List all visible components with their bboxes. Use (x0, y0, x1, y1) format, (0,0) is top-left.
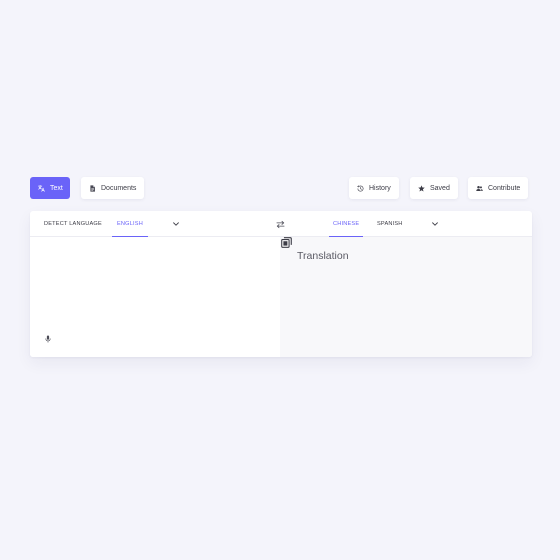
translation-placeholder: Translation (297, 250, 349, 262)
tab-target-chinese[interactable]: CHINESE (329, 211, 364, 237)
document-icon (90, 184, 95, 192)
text-mode-button[interactable]: Text (30, 177, 70, 199)
documents-mode-button[interactable]: Documents (81, 177, 145, 199)
tab-target-spanish[interactable]: SPANISH (377, 211, 403, 237)
chevron-down-icon[interactable] (431, 220, 439, 228)
tab-source-english[interactable]: ENGLISH (112, 211, 148, 237)
history-button[interactable]: History (349, 177, 399, 199)
copy-icon[interactable] (281, 237, 292, 248)
saved-button[interactable]: Saved (410, 177, 458, 199)
chevron-down-icon[interactable] (172, 220, 180, 228)
translator-card: DETECT LANGUAGE ENGLISH CHINESE SPANISH … (30, 211, 532, 357)
language-bar: DETECT LANGUAGE ENGLISH CHINESE SPANISH (30, 211, 532, 237)
translation-output-area: Translation (280, 237, 532, 357)
tab-detect-language[interactable]: DETECT LANGUAGE (44, 211, 102, 237)
star-icon (418, 184, 425, 192)
swap-icon[interactable] (276, 220, 285, 229)
history-label: History (369, 184, 391, 192)
translate-icon (38, 184, 45, 192)
documents-mode-label: Documents (101, 184, 137, 192)
people-icon (476, 185, 483, 191)
saved-label: Saved (430, 184, 450, 192)
contribute-label: Contribute (488, 184, 521, 192)
source-text-area[interactable] (30, 237, 280, 357)
microphone-icon[interactable] (44, 335, 52, 343)
contribute-button[interactable]: Contribute (468, 177, 529, 199)
mode-toolbar: Text Documents History Saved Contribute (30, 177, 530, 199)
text-mode-label: Text (50, 184, 63, 192)
history-icon (357, 184, 364, 192)
